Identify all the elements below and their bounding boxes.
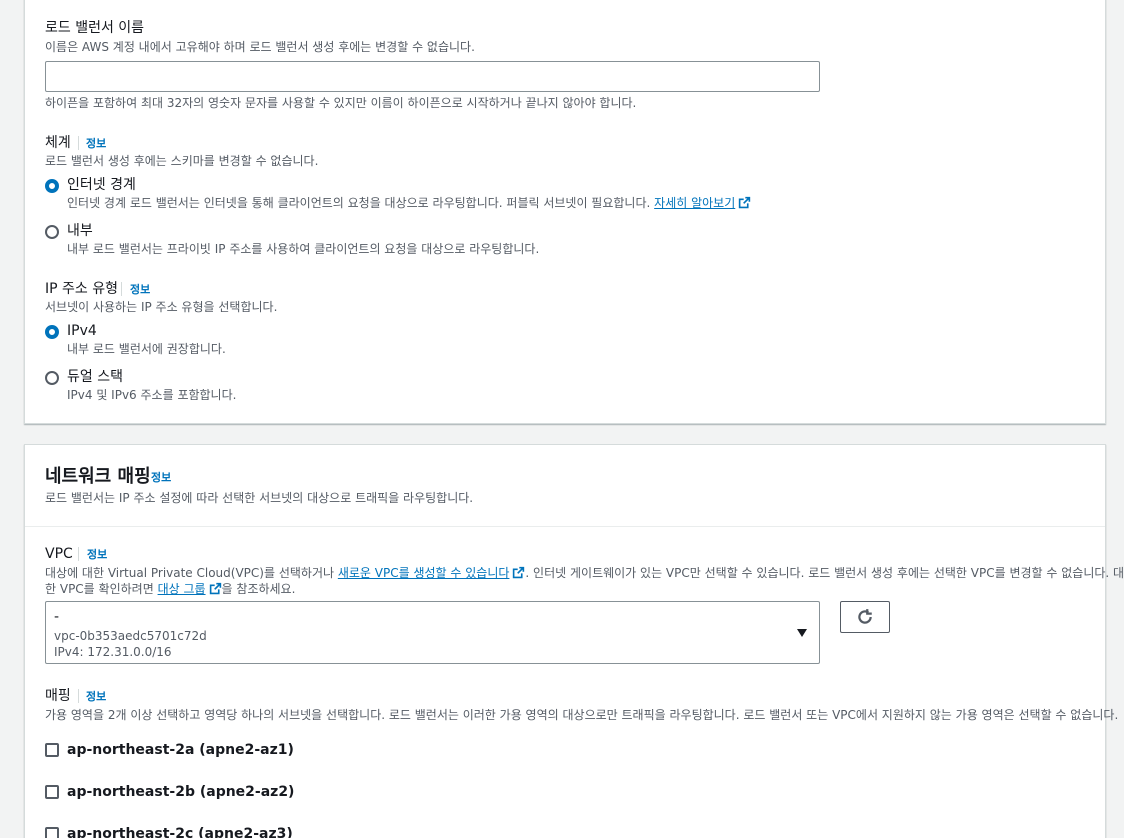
network-description: 로드 밸런서는 IP 주소 설정에 따라 선택한 서브넷의 대상으로 트래픽을 … [45, 491, 474, 505]
network-info-link[interactable]: 정보 [151, 471, 171, 485]
scheme-internal-radio[interactable] [45, 225, 59, 239]
mapping-description: 가용 영역을 2개 이상 선택하고 영역당 하나의 서브넷을 선택합니다. 로드… [45, 708, 1119, 722]
create-vpc-link[interactable]: 새로운 VPC를 생성할 수 있습니다 [338, 566, 510, 580]
network-mapping-panel: 네트워크 매핑 정보 로드 밸런서는 IP 주소 설정에 따라 선택한 서브넷의… [24, 444, 1124, 838]
scheme-internal-label[interactable]: 내부 [67, 222, 93, 240]
vpc-desc-text1: 대상에 대한 Virtual Private Cloud(VPC)를 선택하거나 [45, 566, 338, 580]
zone-2c-label[interactable]: ap-northeast-2c (apne2-az3) [67, 825, 293, 838]
ip-type-info-link[interactable]: 정보 [130, 283, 150, 297]
vpc-selected-id: vpc-0b353aedc5701c72d [54, 629, 207, 643]
ip-type-label: IP 주소 유형 [45, 281, 118, 297]
zone-2a-label[interactable]: ap-northeast-2a (apne2-az1) [67, 741, 294, 759]
vpc-label: VPC [45, 546, 73, 562]
basic-config-panel: 로드 밸런서 이름 이름은 AWS 계정 내에서 고유해야 하며 로드 밸런서 … [24, 0, 1106, 424]
ip-type-ipv4-description: 내부 로드 밸런서에 권장합니다. [67, 342, 226, 356]
ip-type-description: 서브넷이 사용하는 IP 주소 유형을 선택합니다. [45, 300, 278, 314]
vpc-desc-text4: 을 참조하세요. [221, 582, 296, 596]
zone-2b-checkbox[interactable] [45, 785, 59, 799]
vpc-description-line2: 한 VPC를 확인하려면 대상 그룹 을 참조하세요. [45, 581, 295, 597]
lb-name-description: 이름은 AWS 계정 내에서 고유해야 하며 로드 밸런서 생성 후에는 변경할… [45, 40, 475, 54]
vpc-select[interactable]: - vpc-0b353aedc5701c72d IPv4: 172.31.0.0… [45, 601, 820, 664]
target-group-link[interactable]: 대상 그룹 [158, 582, 206, 596]
scheme-internet-facing-radio[interactable] [45, 179, 59, 193]
ip-type-ipv4-label[interactable]: IPv4 [67, 322, 97, 340]
caret-down-icon [797, 629, 807, 637]
refresh-button[interactable] [840, 601, 890, 633]
mapping-info-separator [78, 689, 79, 703]
vpc-info-separator [78, 547, 79, 561]
ip-type-ipv4-radio[interactable] [45, 325, 59, 339]
vpc-info-link[interactable]: 정보 [87, 548, 107, 562]
lb-name-constraint: 하이픈을 포함하여 최대 32자의 영숫자 문자를 사용할 수 있지만 이름이 … [45, 96, 637, 110]
mapping-label: 매핑 [45, 688, 71, 704]
mapping-info-link[interactable]: 정보 [86, 690, 106, 704]
scheme-label: 체계 [45, 135, 71, 151]
zone-2c-checkbox[interactable] [45, 827, 59, 838]
ip-type-dualstack-description: IPv4 및 IPv6 주소를 포함합니다. [67, 388, 237, 402]
external-link-icon [209, 582, 221, 595]
scheme-internal-description: 내부 로드 밸런서는 프라이빗 IP 주소를 사용하여 클라이언트의 요청을 대… [67, 242, 540, 256]
scheme-info-separator [78, 136, 79, 150]
external-link-icon [739, 196, 751, 209]
zone-2b-label[interactable]: ap-northeast-2b (apne2-az2) [67, 783, 294, 801]
ip-type-dualstack-radio[interactable] [45, 371, 59, 385]
scheme-info-link[interactable]: 정보 [86, 137, 106, 151]
network-mapping-title: 네트워크 매핑 [45, 466, 151, 487]
refresh-icon [858, 609, 872, 624]
lb-name-input[interactable] [45, 61, 820, 92]
learn-more-link[interactable]: 자세히 알아보기 [654, 196, 735, 210]
scheme-internet-facing-text: 인터넷 경계 로드 밸런서는 인터넷을 통해 클라이언트의 요청을 대상으로 라… [67, 196, 651, 210]
vpc-selected-name: - [54, 609, 60, 625]
vpc-desc-text3: 한 VPC를 확인하려면 [45, 582, 158, 596]
scheme-description: 로드 밸런서 생성 후에는 스키마를 변경할 수 없습니다. [45, 154, 319, 168]
zone-2a-checkbox[interactable] [45, 743, 59, 757]
external-link-icon [513, 566, 525, 579]
vpc-desc-text2: . 인터넷 게이트웨이가 있는 VPC만 선택할 수 있습니다. 로드 밸런서 … [525, 566, 1124, 580]
lb-name-label: 로드 밸런서 이름 [45, 20, 145, 36]
ip-type-info-separator [121, 282, 122, 296]
vpc-selected-cidr: IPv4: 172.31.0.0/16 [54, 645, 172, 659]
vpc-description-line1: 대상에 대한 Virtual Private Cloud(VPC)를 선택하거나… [45, 565, 1124, 581]
scheme-internet-facing-description: 인터넷 경계 로드 밸런서는 인터넷을 통해 클라이언트의 요청을 대상으로 라… [67, 195, 751, 211]
scheme-internet-facing-label[interactable]: 인터넷 경계 [67, 176, 136, 194]
ip-type-dualstack-label[interactable]: 듀얼 스택 [67, 368, 123, 386]
header-divider [25, 526, 1105, 527]
